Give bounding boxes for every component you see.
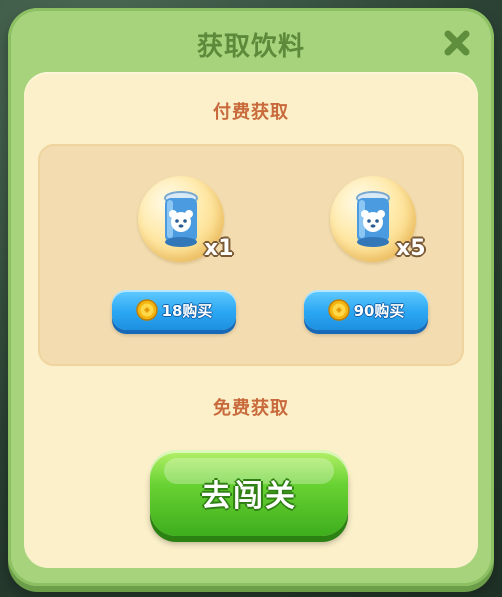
dialog-title: 获取饮料: [196, 32, 305, 62]
drink-can-icon: [164, 191, 198, 247]
get-drink-dialog: 获取饮料 付费获取 x1 18购买 x5 90购买 免费获取 去闯关: [8, 8, 494, 586]
item-quantity: x5: [396, 236, 426, 261]
gold-coin-icon: [135, 299, 158, 321]
buy-90-button[interactable]: 90购买: [304, 290, 428, 330]
go-to-level-label: 去闯关: [201, 479, 297, 514]
paid-offers-panel: x1 18购买 x5 90购买: [38, 144, 464, 366]
drink-can-icon: [356, 191, 390, 247]
offer-item: x5 90购买: [304, 166, 444, 346]
go-to-level-button[interactable]: 去闯关: [150, 450, 348, 536]
item-quantity: x1: [204, 236, 234, 261]
buy-18-label: 18购买: [161, 301, 213, 320]
free-section-label: 免费获取: [213, 398, 289, 419]
dialog-content: 付费获取 x1 18购买 x5 90购买 免费获取 去闯关: [24, 72, 478, 568]
offer-item: x1 18购买: [112, 166, 252, 346]
buy-90-label: 90购买: [353, 301, 405, 320]
buy-18-button[interactable]: 18购买: [112, 290, 236, 330]
gold-coin-icon: [327, 299, 350, 321]
close-icon: [444, 30, 470, 56]
paid-section-label: 付费获取: [213, 102, 289, 123]
close-button[interactable]: [440, 26, 474, 60]
